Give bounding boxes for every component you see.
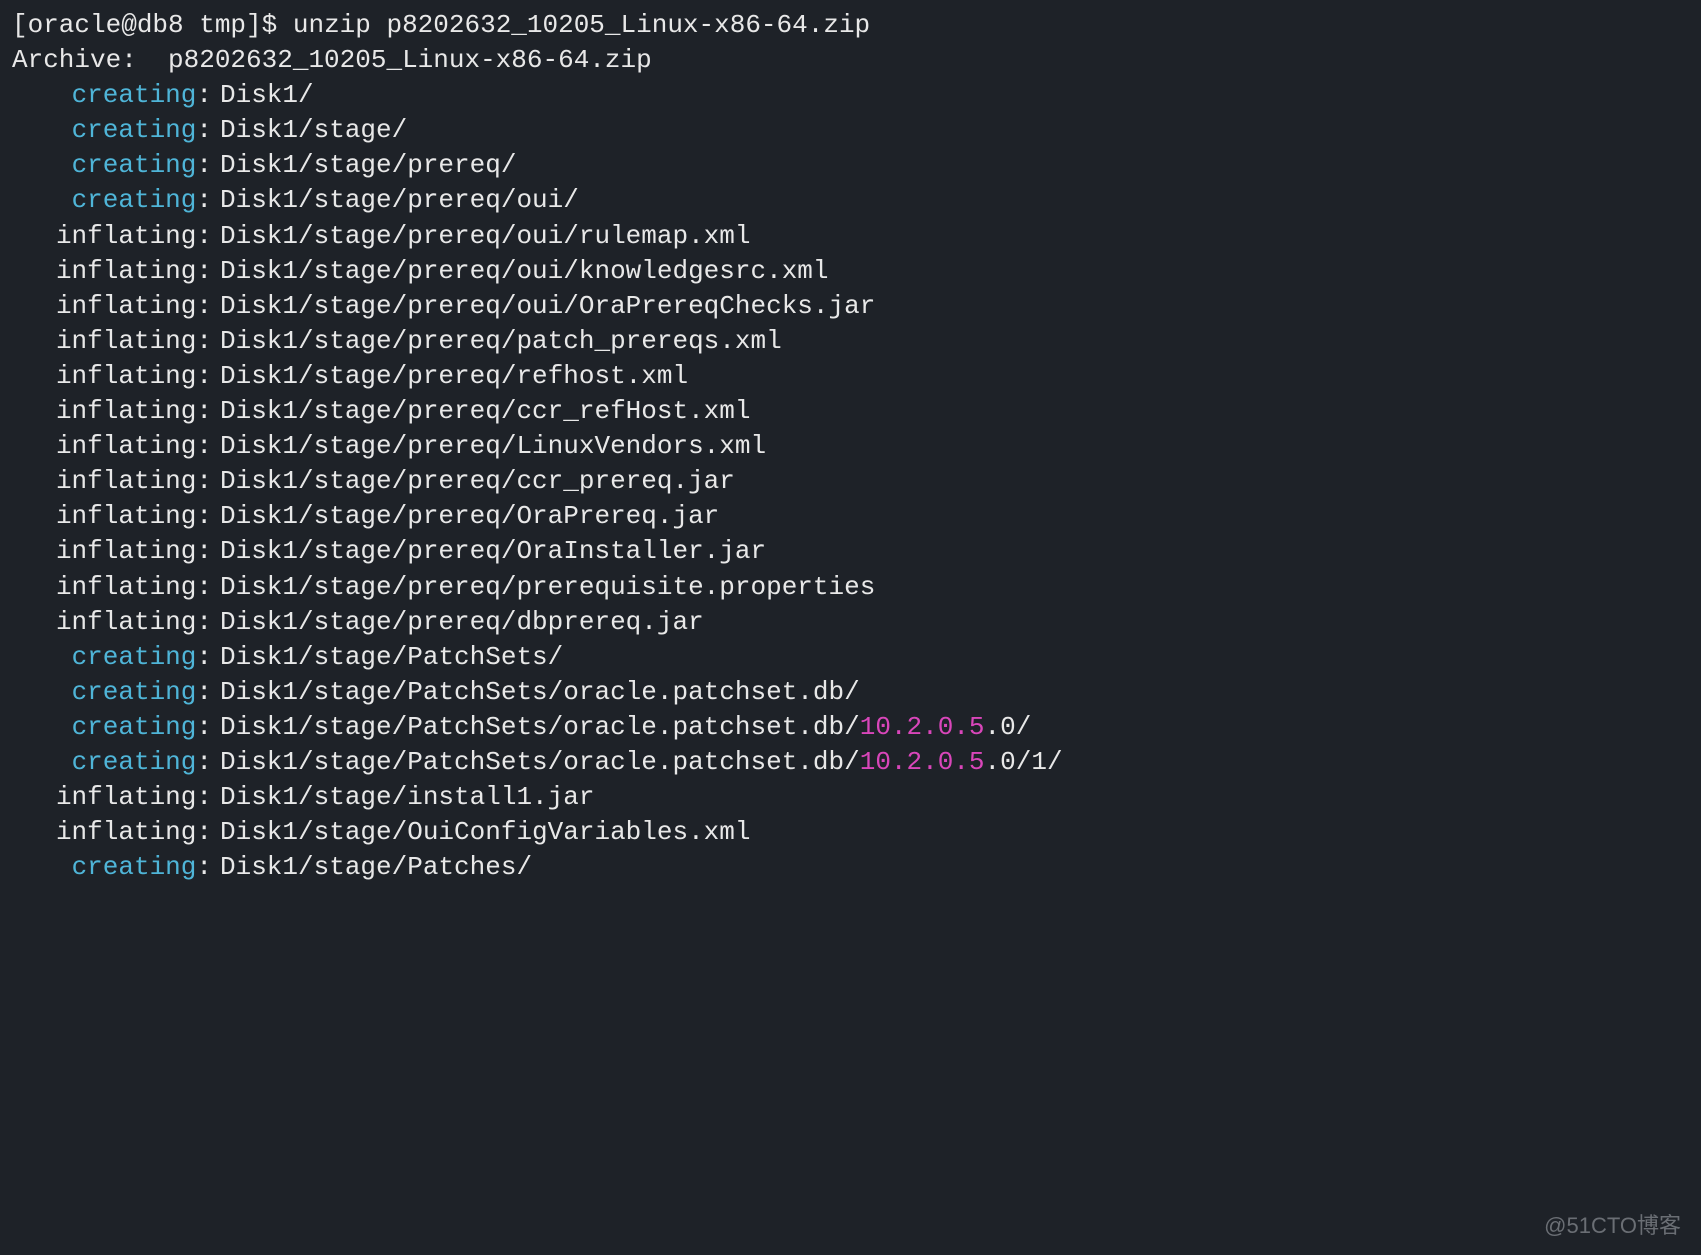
file-path: Disk1/ bbox=[220, 78, 314, 113]
archive-line: Archive: p8202632_10205_Linux-x86-64.zip bbox=[12, 43, 1689, 78]
inflating-label: inflating: bbox=[12, 534, 212, 569]
file-path: Disk1/stage/prereq/prerequisite.properti… bbox=[220, 570, 875, 605]
output-line: inflating:Disk1/stage/prereq/prerequisit… bbox=[12, 570, 1689, 605]
output-line: inflating:Disk1/stage/prereq/ccr_prereq.… bbox=[12, 464, 1689, 499]
file-path: Disk1/stage/prereq/ccr_prereq.jar bbox=[220, 464, 735, 499]
inflating-label: inflating: bbox=[12, 359, 212, 394]
file-path: Disk1/stage/prereq/refhost.xml bbox=[220, 359, 688, 394]
typed-command: unzip p8202632_10205_Linux-x86-64.zip bbox=[293, 8, 870, 43]
version-segment: 10.2.0.5 bbox=[860, 712, 985, 742]
file-path: Disk1/stage/prereq/OraPrereq.jar bbox=[220, 499, 719, 534]
file-path: Disk1/stage/PatchSets/oracle.patchset.db… bbox=[220, 745, 1063, 780]
output-line: creating:Disk1/stage/PatchSets/oracle.pa… bbox=[12, 710, 1689, 745]
output-line: creating:Disk1/stage/Patches/ bbox=[12, 850, 1689, 885]
file-path: Disk1/stage/OuiConfigVariables.xml bbox=[220, 815, 751, 850]
output-line: creating:Disk1/stage/PatchSets/oracle.pa… bbox=[12, 745, 1689, 780]
inflating-label: inflating: bbox=[12, 780, 212, 815]
output-line: inflating:Disk1/stage/install1.jar bbox=[12, 780, 1689, 815]
shell-prompt: [oracle@db8 tmp]$ bbox=[12, 8, 293, 43]
output-line: inflating:Disk1/stage/prereq/LinuxVendor… bbox=[12, 429, 1689, 464]
creating-label: creating: bbox=[12, 675, 212, 710]
output-line: inflating:Disk1/stage/prereq/refhost.xml bbox=[12, 359, 1689, 394]
file-path: Disk1/stage/PatchSets/oracle.patchset.db… bbox=[220, 675, 860, 710]
file-path: Disk1/stage/prereq/ccr_refHost.xml bbox=[220, 394, 751, 429]
creating-label: creating: bbox=[12, 113, 212, 148]
file-path: Disk1/stage/prereq/oui/OraPrereqChecks.j… bbox=[220, 289, 875, 324]
output-line: inflating:Disk1/stage/prereq/dbprereq.ja… bbox=[12, 605, 1689, 640]
output-line: creating:Disk1/stage/PatchSets/ bbox=[12, 640, 1689, 675]
output-line: inflating:Disk1/stage/prereq/OraPrereq.j… bbox=[12, 499, 1689, 534]
inflating-label: inflating: bbox=[12, 605, 212, 640]
watermark-text: @51CTO博客 bbox=[1544, 1211, 1681, 1241]
output-line: inflating:Disk1/stage/OuiConfigVariables… bbox=[12, 815, 1689, 850]
output-line: creating:Disk1/ bbox=[12, 78, 1689, 113]
file-path: Disk1/stage/PatchSets/oracle.patchset.db… bbox=[220, 710, 1031, 745]
output-line: creating:Disk1/stage/prereq/ bbox=[12, 148, 1689, 183]
output-line: inflating:Disk1/stage/prereq/ccr_refHost… bbox=[12, 394, 1689, 429]
unzip-output: creating:Disk1/creating:Disk1/stage/crea… bbox=[12, 78, 1689, 885]
file-path: Disk1/stage/prereq/oui/rulemap.xml bbox=[220, 219, 751, 254]
creating-label: creating: bbox=[12, 183, 212, 218]
file-path: Disk1/stage/ bbox=[220, 113, 407, 148]
creating-label: creating: bbox=[12, 710, 212, 745]
output-line: creating:Disk1/stage/PatchSets/oracle.pa… bbox=[12, 675, 1689, 710]
file-path: Disk1/stage/prereq/dbprereq.jar bbox=[220, 605, 704, 640]
file-path: Disk1/stage/prereq/ bbox=[220, 148, 516, 183]
file-path: Disk1/stage/prereq/oui/ bbox=[220, 183, 579, 218]
file-path: Disk1/stage/PatchSets/ bbox=[220, 640, 563, 675]
inflating-label: inflating: bbox=[12, 289, 212, 324]
creating-label: creating: bbox=[12, 640, 212, 675]
output-line: creating:Disk1/stage/prereq/oui/ bbox=[12, 183, 1689, 218]
inflating-label: inflating: bbox=[12, 815, 212, 850]
creating-label: creating: bbox=[12, 78, 212, 113]
inflating-label: inflating: bbox=[12, 499, 212, 534]
output-line: inflating:Disk1/stage/prereq/OraInstalle… bbox=[12, 534, 1689, 569]
file-path: Disk1/stage/prereq/OraInstaller.jar bbox=[220, 534, 766, 569]
creating-label: creating: bbox=[12, 745, 212, 780]
inflating-label: inflating: bbox=[12, 394, 212, 429]
archive-text: Archive: p8202632_10205_Linux-x86-64.zip bbox=[12, 43, 652, 78]
output-line: inflating:Disk1/stage/prereq/patch_prere… bbox=[12, 324, 1689, 359]
output-line: inflating:Disk1/stage/prereq/oui/OraPrer… bbox=[12, 289, 1689, 324]
output-line: inflating:Disk1/stage/prereq/oui/knowled… bbox=[12, 254, 1689, 289]
inflating-label: inflating: bbox=[12, 254, 212, 289]
file-path: Disk1/stage/prereq/patch_prereqs.xml bbox=[220, 324, 782, 359]
file-path: Disk1/stage/install1.jar bbox=[220, 780, 594, 815]
creating-label: creating: bbox=[12, 148, 212, 183]
inflating-label: inflating: bbox=[12, 324, 212, 359]
creating-label: creating: bbox=[12, 850, 212, 885]
version-segment: 10.2.0.5 bbox=[860, 747, 985, 777]
file-path: Disk1/stage/prereq/oui/knowledgesrc.xml bbox=[220, 254, 829, 289]
command-line[interactable]: [oracle@db8 tmp]$ unzip p8202632_10205_L… bbox=[12, 8, 1689, 43]
inflating-label: inflating: bbox=[12, 464, 212, 499]
output-line: inflating:Disk1/stage/prereq/oui/rulemap… bbox=[12, 219, 1689, 254]
output-line: creating:Disk1/stage/ bbox=[12, 113, 1689, 148]
file-path: Disk1/stage/Patches/ bbox=[220, 850, 532, 885]
inflating-label: inflating: bbox=[12, 219, 212, 254]
file-path: Disk1/stage/prereq/LinuxVendors.xml bbox=[220, 429, 766, 464]
inflating-label: inflating: bbox=[12, 570, 212, 605]
inflating-label: inflating: bbox=[12, 429, 212, 464]
